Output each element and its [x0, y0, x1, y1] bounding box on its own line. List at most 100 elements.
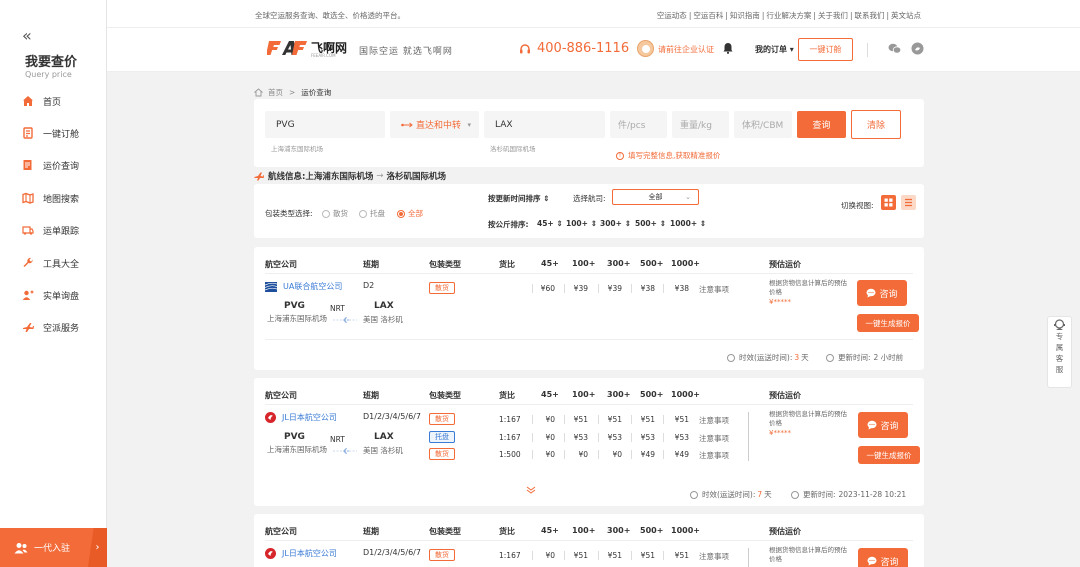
my-orders-dropdown[interactable]: 我的订单 ▾ [755, 44, 794, 55]
airline-name[interactable]: JL日本航空公司 [265, 412, 337, 423]
pcs-input[interactable]: 件/pcs [610, 111, 667, 138]
dedicated-service-float[interactable]: 专属客服 [1047, 316, 1072, 388]
column-header: 45+ [541, 390, 559, 399]
top-link[interactable]: 关于我们 [816, 11, 850, 20]
price-1000: ¥51 [674, 551, 689, 560]
package-radio-scatter[interactable]: 散货 [322, 208, 348, 219]
package-radio-all[interactable]: 全部 [397, 208, 423, 219]
cargo-ratio: 1:167 [499, 415, 521, 424]
notice-link[interactable]: 注意事项 [699, 433, 729, 444]
route-type-select[interactable]: 直达和中转 ▾ [390, 111, 479, 138]
fill-info-warning: ! 填写完整信息,获取精准报价 [616, 150, 720, 161]
destination-code: LAX [374, 301, 394, 311]
price-100: ¥51 [573, 415, 588, 424]
top-link[interactable]: 英文站点 [889, 11, 923, 20]
generate-quote-button[interactable]: 一键生成报价 [858, 446, 920, 464]
agent-join-button[interactable]: 一代入驻 › [0, 528, 107, 567]
booking-icon [22, 127, 34, 139]
column-header: 包装类型 [429, 260, 461, 269]
top-link[interactable]: 联系我们 [852, 11, 886, 20]
expand-chevron-icon[interactable] [526, 486, 536, 494]
notice-link[interactable]: 注意事项 [699, 415, 729, 426]
chevron-right-icon[interactable]: › [88, 528, 107, 567]
sidebar: « 我要查价 Query price 首页 一键订舱 运价查询 地图搜索 运单跟… [0, 0, 107, 567]
update-label: 更新时间: [803, 490, 836, 499]
airline-select[interactable]: 全部 ⌄ [612, 189, 699, 205]
sidebar-item-home[interactable]: 首页 [22, 93, 61, 109]
site-logo[interactable]: 飞啊网 FEEAIR.COM [267, 38, 347, 58]
sidebar-item-inquiry[interactable]: 实单询盘 [22, 287, 79, 303]
quick-booking-button[interactable]: 一键订舱 [798, 38, 853, 61]
package-radio-pallet[interactable]: 托盘 [359, 208, 385, 219]
enterprise-cert-link[interactable]: 请前往企业认证 [658, 44, 714, 55]
price-45: ¥0 [545, 450, 555, 459]
price-500: ¥51 [640, 551, 655, 560]
kg-sort-100[interactable]: 100+ ⇕ [566, 219, 597, 228]
map-icon [22, 192, 34, 204]
sidebar-item-map[interactable]: 地图搜索 [22, 190, 79, 206]
volume-input[interactable]: 体积/CBM [734, 111, 792, 138]
sidebar-item-tools[interactable]: 工具大全 [22, 255, 79, 271]
package-type-tag: 散货 [429, 413, 455, 425]
cargo-ratio: 1:500 [499, 450, 521, 459]
origin-name: 上海浦东国际机场 [267, 445, 327, 454]
clear-button[interactable]: 清除 [851, 110, 901, 139]
column-header: 航空公司 [265, 391, 297, 400]
avatar[interactable] [637, 40, 654, 57]
origin-input[interactable]: PVG [265, 111, 385, 138]
sort-arrows-icon: ⇕ [540, 194, 550, 203]
top-link[interactable]: 行业解决方案 [764, 11, 813, 20]
transit-unit: 天 [764, 490, 772, 499]
query-button[interactable]: 查询 [797, 111, 846, 138]
divider [867, 43, 868, 57]
route-info-from: 上海浦东国际机场 [305, 172, 374, 182]
weibo-icon[interactable] [911, 42, 924, 55]
collapse-icon[interactable]: « [22, 26, 32, 45]
notice-link[interactable]: 注意事项 [699, 284, 729, 295]
destination-input[interactable]: LAX [484, 111, 605, 138]
warning-text: 填写完整信息,获取精准报价 [628, 151, 721, 160]
sidebar-item-booking[interactable]: 一键订舱 [22, 125, 79, 141]
destination-name: 美国 洛杉矶 [363, 446, 403, 455]
top-link[interactable]: 空运动态 [655, 11, 689, 20]
sidebar-item-label: 空派服务 [43, 323, 80, 334]
sidebar-item-tracking[interactable]: 运单跟踪 [22, 222, 79, 238]
ua-logo-icon [265, 281, 277, 292]
consult-label: 咨询 [880, 557, 899, 567]
airline-label: UA联合航空公司 [283, 282, 343, 291]
generate-quote-button[interactable]: 一键生成报价 [857, 314, 919, 332]
radio-label: 全部 [408, 209, 423, 218]
consult-button[interactable]: 咨询 [858, 412, 908, 438]
airline-name[interactable]: JL日本航空公司 [265, 548, 337, 559]
consult-button[interactable]: 咨询 [857, 280, 907, 306]
top-link[interactable]: 知识指南 [728, 11, 762, 20]
breadcrumb-current: 运价查询 [301, 88, 332, 97]
notice-link[interactable]: 注意事项 [699, 450, 729, 461]
price-300: ¥51 [607, 551, 622, 560]
sort-by-update-time[interactable]: 按更新时间排序 ⇕ [488, 193, 549, 204]
sidebar-item-label: 运价查询 [43, 161, 80, 172]
grid-view-button[interactable] [881, 195, 896, 210]
home-outline-icon [254, 88, 263, 97]
kg-sort-1000[interactable]: 1000+ ⇕ [670, 219, 706, 228]
airline-name[interactable]: UA联合航空公司 [265, 281, 342, 292]
column-header: 班期 [363, 527, 379, 536]
transit-value: 3 [794, 353, 800, 362]
weight-input[interactable]: 重量/kg [672, 111, 729, 138]
kg-sort-500[interactable]: 500+ ⇕ [635, 219, 666, 228]
wechat-icon[interactable] [888, 43, 901, 54]
column-header: 1000+ [671, 526, 700, 535]
column-header: 300+ [607, 259, 631, 268]
destination-hint: 洛杉矶国际机场 [490, 145, 536, 153]
consult-button[interactable]: 咨询 [858, 548, 908, 567]
bell-icon[interactable] [722, 42, 734, 54]
breadcrumb-home[interactable]: 首页 [268, 87, 283, 98]
consult-label: 咨询 [879, 289, 898, 300]
kg-sort-45[interactable]: 45+ ⇕ [537, 219, 563, 228]
top-link[interactable]: 空运百科 [691, 11, 725, 20]
sidebar-item-price-query[interactable]: 运价查询 [22, 157, 79, 173]
notice-link[interactable]: 注意事项 [699, 551, 729, 562]
sidebar-item-air-dispatch[interactable]: 空派服务 [22, 319, 79, 335]
list-view-button[interactable] [901, 195, 916, 210]
kg-sort-300[interactable]: 300+ ⇕ [600, 219, 631, 228]
